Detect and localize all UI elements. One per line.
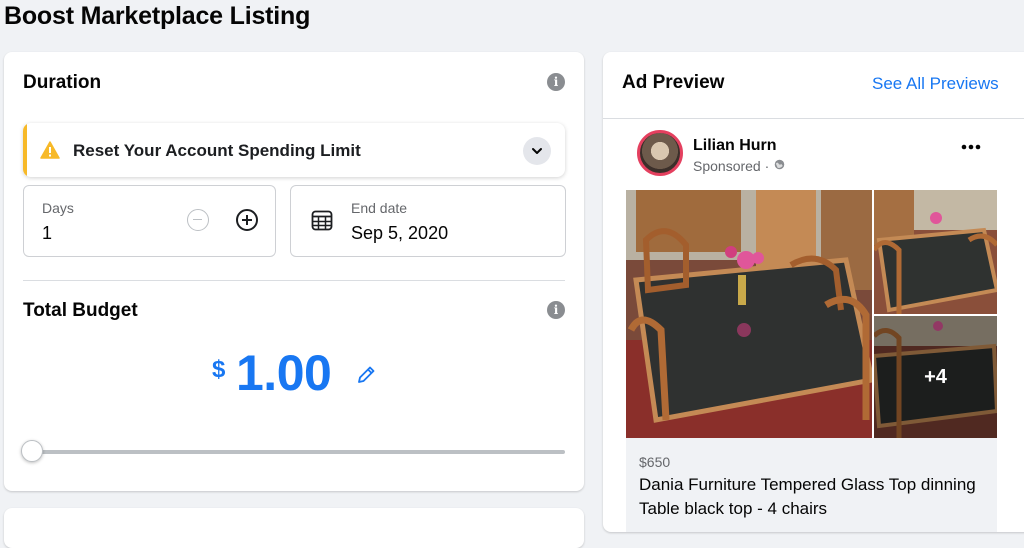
page-title: Boost Marketplace Listing [4, 2, 311, 30]
sponsored-label: Sponsored · [693, 158, 770, 174]
listing-title: Dania Furniture Tempered Glass Top dinni… [639, 475, 976, 518]
ad-preview-title: Ad Preview [622, 72, 725, 93]
days-field[interactable]: Days 1 [23, 185, 276, 257]
see-all-previews-link[interactable]: See All Previews [872, 74, 999, 94]
total-budget-title: Total Budget [23, 300, 138, 321]
listing-photo-2[interactable] [874, 190, 997, 314]
spending-limit-alert[interactable]: Reset Your Account Spending Limit [23, 123, 565, 177]
ad-preview-card: Ad Preview See All Previews Lilian Hurn … [603, 52, 1024, 532]
days-label: Days [42, 200, 74, 216]
preview-divider [603, 118, 1024, 119]
duration-budget-card: Duration i Reset Your Account Spending L… [4, 52, 584, 491]
end-date-label: End date [351, 200, 408, 216]
budget-slider-thumb[interactable] [21, 440, 43, 462]
alert-text: Reset Your Account Spending Limit [73, 141, 361, 160]
listing-photo-main[interactable] [626, 190, 872, 438]
budget-slider-track[interactable] [32, 450, 565, 454]
avatar[interactable] [637, 130, 683, 176]
warning-icon [40, 141, 60, 159]
end-date-value: Sep 5, 2020 [351, 223, 449, 243]
plus-circle-icon[interactable] [236, 209, 258, 231]
days-value: 1 [42, 223, 53, 243]
post-author[interactable]: Lilian Hurn [693, 137, 777, 155]
calendar-icon [311, 210, 333, 231]
duration-title: Duration [23, 72, 102, 93]
info-icon[interactable]: i [547, 301, 565, 319]
chevron-down-icon[interactable] [523, 137, 551, 165]
budget-amount: 1.00 [236, 345, 332, 401]
info-icon[interactable]: i [547, 73, 565, 91]
budget-currency: $ [212, 356, 226, 383]
more-icon[interactable] [961, 144, 981, 150]
pencil-icon[interactable] [355, 364, 377, 386]
next-card [4, 508, 584, 548]
globe-icon [774, 159, 785, 170]
more-photos-count: +4 [874, 316, 997, 438]
section-divider [23, 280, 565, 281]
end-date-field[interactable]: End date Sep 5, 2020 [290, 185, 566, 257]
minus-circle-icon[interactable] [187, 209, 209, 231]
listing-photo-3[interactable]: +4 [874, 316, 997, 438]
listing-price: $650 [639, 454, 671, 470]
alert-accent-bar [23, 123, 27, 177]
